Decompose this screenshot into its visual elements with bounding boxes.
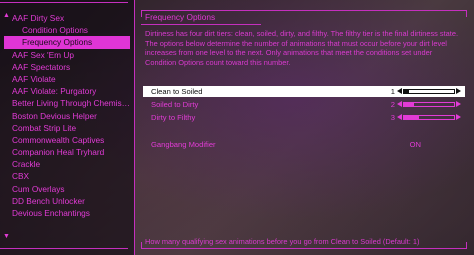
sidebar-item[interactable]: AAF Violate — [4, 73, 130, 85]
sidebar-item[interactable]: AAF Sex 'Em Up — [4, 49, 130, 61]
sidebar-item[interactable]: DD Bench Unlocker — [4, 195, 130, 207]
sidebar-item[interactable]: AAF Violate: Purgatory — [4, 85, 130, 97]
sidebar-item[interactable]: Better Living Through Chemistry — [4, 97, 130, 109]
slider-track[interactable] — [403, 89, 455, 94]
toggle-value[interactable]: ON — [410, 139, 421, 150]
slider-left-arrow-icon[interactable] — [397, 114, 402, 120]
slider-fill — [404, 90, 409, 93]
option-row-gangbang-modifier[interactable]: Gangbang Modifier ON — [143, 139, 465, 150]
slider-fill — [404, 116, 419, 119]
slider-right-arrow-icon[interactable] — [456, 88, 461, 94]
sidebar-item[interactable]: Frequency Options — [4, 36, 130, 49]
slider-left-arrow-icon[interactable] — [397, 101, 402, 107]
slider[interactable] — [397, 114, 461, 121]
sidebar-item[interactable]: Crackle — [4, 158, 130, 170]
panel-bottom-bracket — [141, 242, 467, 249]
option-label: Gangbang Modifier — [151, 140, 216, 149]
slider-fill — [404, 103, 414, 106]
slider-left-arrow-icon[interactable] — [397, 88, 402, 94]
panel-description: Dirtiness has four dirt tiers: clean, so… — [145, 29, 458, 67]
sidebar-item[interactable]: AAF Dirty Sex — [4, 12, 130, 24]
option-row-soiled-to-dirty[interactable]: Soiled to Dirty 2 — [143, 99, 465, 110]
sidebar-item[interactable]: Devious Enchantings — [4, 207, 130, 219]
option-label: Soiled to Dirty — [151, 100, 199, 109]
sidebar-bottom-bracket — [0, 242, 128, 249]
option-value: 2 — [390, 100, 395, 109]
option-row-clean-to-soiled[interactable]: Clean to Soiled 1 — [143, 86, 465, 97]
option-row-dirty-to-filthy[interactable]: Dirty to Filthy 3 — [143, 112, 465, 123]
option-label: Clean to Soiled — [151, 87, 203, 96]
slider-right-arrow-icon[interactable] — [456, 114, 461, 120]
sidebar-item[interactable]: Condition Options — [4, 24, 130, 36]
sidebar-item[interactable]: Cum Overlays — [4, 183, 130, 195]
option-value: 1 — [390, 87, 395, 96]
options-panel: Frequency Options Dirtiness has four dir… — [141, 10, 467, 249]
sidebar-item[interactable]: Companion Heal Tryhard — [4, 146, 130, 158]
sidebar-top-bracket — [0, 2, 128, 9]
mod-list-sidebar: ▲ AAF Dirty Sex Condition Options Frequenc… — [0, 0, 135, 255]
mod-list: AAF Dirty Sex Condition Options Frequency … — [4, 12, 130, 219]
option-value: 3 — [390, 113, 395, 122]
slider-right-arrow-icon[interactable] — [456, 101, 461, 107]
sidebar-item[interactable]: Boston Devious Helper — [4, 110, 130, 122]
sidebar-item[interactable]: CBX — [4, 170, 130, 182]
slider[interactable] — [397, 88, 461, 95]
option-label: Dirty to Filthy — [151, 113, 196, 122]
panel-title: Frequency Options — [145, 12, 216, 22]
sidebar-item[interactable]: Commonwealth Captives — [4, 134, 130, 146]
scroll-down-icon[interactable]: ▼ — [3, 233, 10, 241]
slider[interactable] — [397, 101, 461, 108]
panel-title-underline — [141, 24, 261, 25]
sidebar-item[interactable]: Combat Strip Lite — [4, 122, 130, 134]
sidebar-item[interactable]: AAF Spectators — [4, 61, 130, 73]
